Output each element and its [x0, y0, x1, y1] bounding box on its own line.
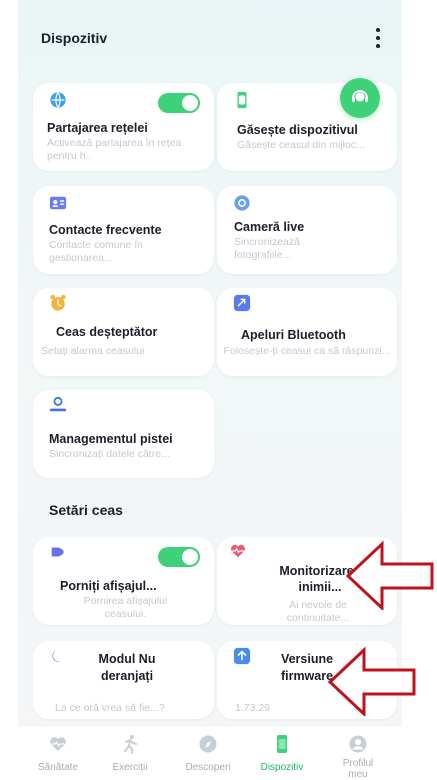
display-icon: [51, 547, 64, 557]
tab-exercise[interactable]: Exerciții: [94, 734, 166, 773]
alarm-title: Ceas deșteptător: [56, 325, 158, 339]
support-fab-button[interactable]: [340, 78, 380, 118]
annotation-arrow-firmware: [328, 646, 416, 716]
tab-profile[interactable]: Profilul meu: [322, 734, 394, 780]
route-pin-icon: [49, 396, 67, 412]
frequent-contacts-card[interactable]: Contacte frecvente Contacte comune în ge…: [33, 186, 214, 274]
tab-exercise-label: Exerciții: [112, 762, 148, 773]
find-device-desc: Găsește ceasul din mijloc...: [237, 139, 365, 151]
more-menu-icon[interactable]: [372, 26, 384, 50]
bottom-tab-bar: Sănătate Exerciții Descoperi Dispozitiv: [18, 725, 402, 780]
camera-icon: [234, 195, 250, 211]
find-device-title: Găsește dispozitivul: [237, 123, 358, 137]
firmware-version: 1.73.29: [235, 702, 271, 714]
network-sharing-card[interactable]: Partajarea rețelei Activează partajarea …: [33, 83, 214, 171]
annotation-arrow-heart: [346, 540, 434, 610]
track-management-desc: Sincronizați datele către...: [49, 448, 170, 460]
live-camera-card[interactable]: Cameră live Sincronizează fotografiile..…: [217, 186, 397, 274]
tab-device[interactable]: Dispozitiv: [246, 734, 318, 773]
tab-discover-label: Descoperi: [185, 762, 231, 773]
tab-discover[interactable]: Descoperi: [172, 734, 244, 773]
upload-icon: [233, 647, 251, 665]
display-on-toggle[interactable]: [158, 547, 200, 567]
frequent-contacts-title: Contacte frecvente: [49, 223, 162, 237]
do-not-disturb-desc: La ce oră vrea să fie...?: [55, 702, 165, 714]
bluetooth-calls-title: Apeluri Bluetooth: [241, 328, 346, 342]
profile-icon: [349, 735, 367, 753]
tab-health[interactable]: Sănătate: [22, 734, 94, 773]
watch-settings-heading: Setări ceas: [49, 502, 123, 518]
globe-icon: [50, 92, 66, 108]
alarm-desc: Setați alarma ceasului: [41, 345, 145, 357]
network-sharing-desc: Activează partajarea în rețea pentru h..: [47, 137, 182, 162]
bluetooth-calls-desc: Folosește-ți ceasul ca să răspunzi...: [223, 345, 391, 357]
watch-icon: [277, 735, 287, 753]
do-not-disturb-title: Modul Nu deranjați: [98, 652, 156, 683]
frequent-contacts-desc: Contacte comune în gestionarea...: [49, 239, 143, 264]
headset-icon: [352, 90, 368, 102]
display-on-desc: Pornirea afișajului ceasului.: [83, 595, 168, 620]
compass-icon: [199, 735, 217, 753]
live-camera-desc: Sincronizează fotografiile...: [234, 236, 300, 261]
alarm-clock-icon: [50, 294, 66, 311]
track-management-title: Managementul pistei: [49, 432, 173, 446]
contact-card-icon: [49, 196, 67, 210]
tab-profile-label: Profilul meu: [342, 758, 374, 780]
heart-pulse-icon: [50, 737, 66, 751]
phone-call-icon: [233, 294, 251, 312]
network-sharing-title: Partajarea rețelei: [47, 121, 148, 135]
network-sharing-toggle[interactable]: [158, 93, 200, 113]
page-title: Dispozitiv: [41, 30, 108, 46]
tab-device-label: Dispozitiv: [260, 762, 304, 773]
moon-icon: [52, 649, 62, 663]
heart-rate-icon: [230, 544, 246, 558]
track-management-card[interactable]: Managementul pistei Sincronizați datele …: [33, 390, 214, 478]
display-on-card[interactable]: Porniți afișajul... Pornirea afișajului …: [33, 537, 214, 625]
bluetooth-calls-card[interactable]: Apeluri Bluetooth Folosește-ți ceasul ca…: [217, 288, 397, 376]
alarm-card[interactable]: Ceas deșteptător Setați alarma ceasului: [33, 288, 214, 376]
live-camera-title: Cameră live: [234, 220, 305, 234]
do-not-disturb-card[interactable]: Modul Nu deranjați La ce oră vrea să fie…: [33, 641, 214, 719]
watch-icon: [237, 91, 247, 109]
display-on-title: Porniți afișajul...: [60, 579, 157, 593]
running-icon: [124, 735, 137, 754]
tab-health-label: Sănătate: [37, 762, 79, 773]
